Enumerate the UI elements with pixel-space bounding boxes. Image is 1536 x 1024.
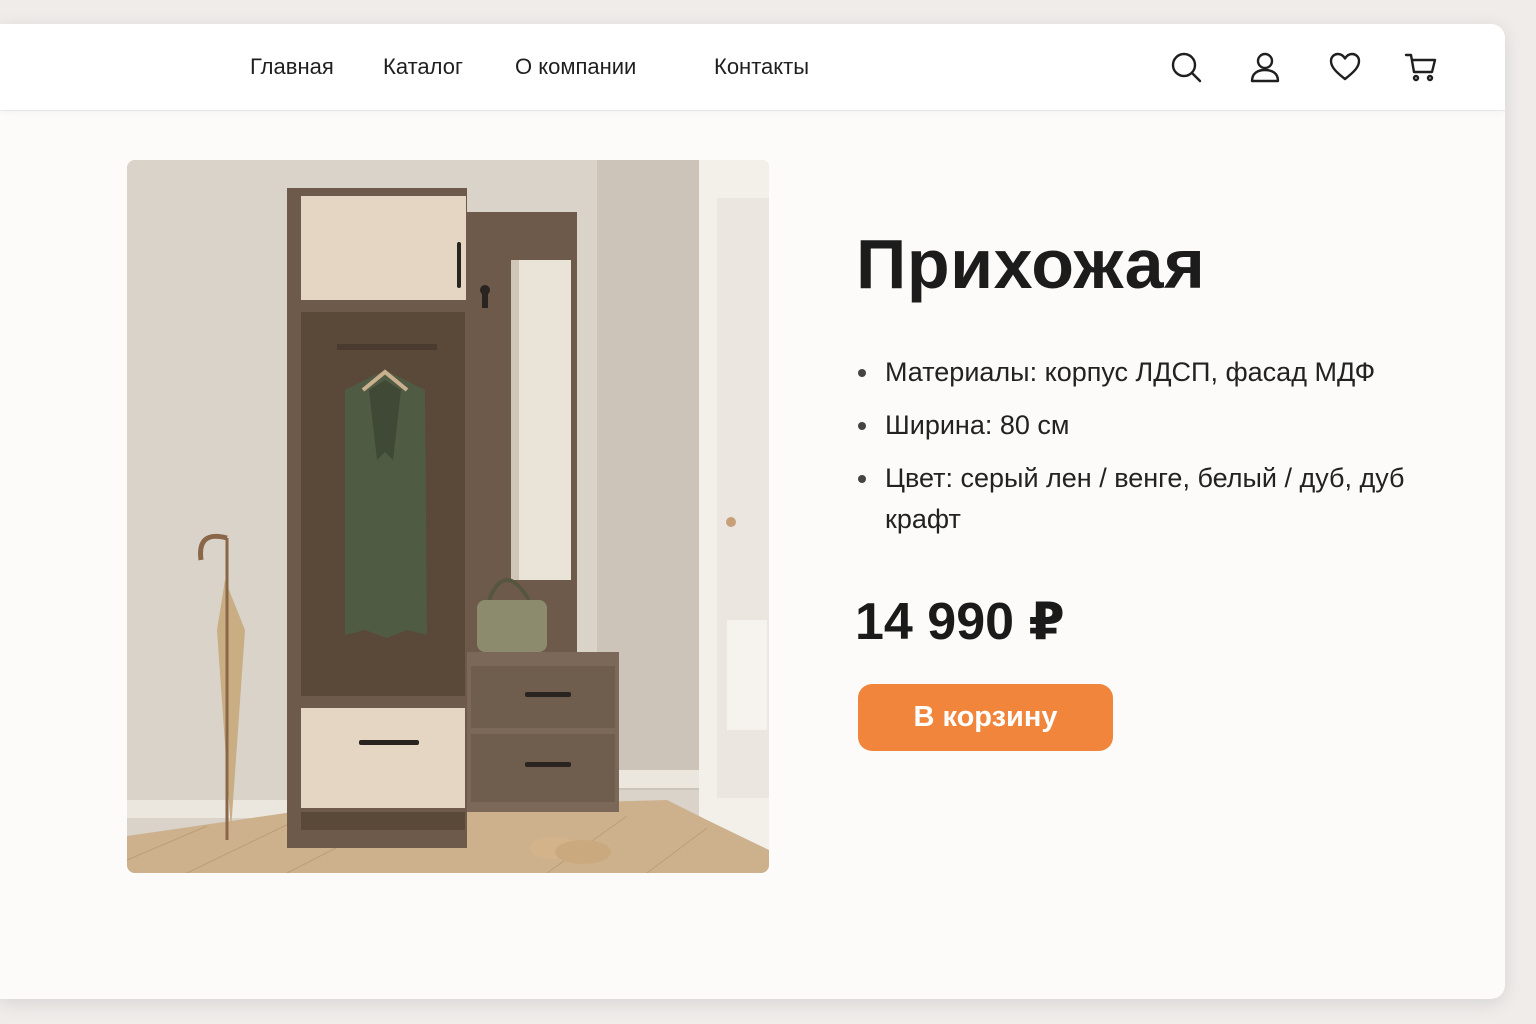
nav-link-home[interactable]: Главная <box>250 54 334 80</box>
bullet-icon <box>858 369 866 377</box>
search-icon[interactable] <box>1168 49 1204 85</box>
bullet-icon <box>858 475 866 483</box>
nav-link-about[interactable]: О компании <box>515 54 636 80</box>
product-price: 14 990 ₽ <box>855 593 1065 651</box>
hallway-furniture-photo <box>127 160 769 873</box>
spec-text: Материалы: корпус ЛДСП, фасад МДФ <box>885 357 1376 387</box>
product-photo <box>127 160 769 873</box>
spec-text: Цвет: серый лен / венге, белый / дуб, ду… <box>885 463 1405 534</box>
nav-link-contacts[interactable]: Контакты <box>714 54 809 80</box>
spec-item-materials: Материалы: корпус ЛДСП, фасад МДФ <box>858 352 1458 393</box>
browser-window: Главная Каталог О компании Контакты Прих… <box>0 24 1505 999</box>
heart-icon[interactable] <box>1327 49 1363 85</box>
cart-icon[interactable] <box>1403 49 1439 85</box>
user-icon[interactable] <box>1247 49 1283 85</box>
site-header: Главная Каталог О компании Контакты <box>0 24 1505 110</box>
product-title: Прихожая <box>856 225 1206 303</box>
bullet-icon <box>858 422 866 430</box>
nav-link-catalog[interactable]: Каталог <box>383 54 463 80</box>
spec-text: Ширина: 80 см <box>885 410 1070 440</box>
spec-item-width: Ширина: 80 см <box>858 405 1458 446</box>
spec-item-color: Цвет: серый лен / венге, белый / дуб, ду… <box>858 458 1458 540</box>
product-specs-list: Материалы: корпус ЛДСП, фасад МДФ Ширина… <box>858 352 1458 552</box>
add-to-cart-button[interactable]: В корзину <box>858 684 1113 751</box>
